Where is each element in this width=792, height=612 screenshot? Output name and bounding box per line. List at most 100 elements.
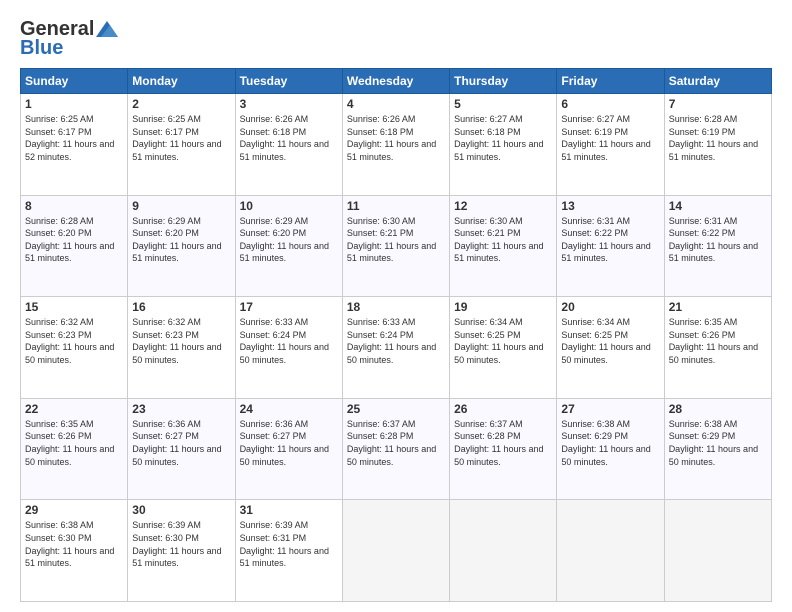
day-number: 30 [132,503,230,517]
calendar-cell [450,500,557,602]
logo-blue: Blue [20,37,63,60]
day-info: Sunrise: 6:28 AMSunset: 6:19 PMDaylight:… [669,113,767,163]
calendar-cell: 8 Sunrise: 6:28 AMSunset: 6:20 PMDaylight… [21,195,128,297]
logo: General Blue [20,18,118,60]
day-info: Sunrise: 6:29 AMSunset: 6:20 PMDaylight:… [132,215,230,265]
calendar-cell: 16Sunrise: 6:32 AMSunset: 6:23 PMDayligh… [128,297,235,399]
calendar-cell [557,500,664,602]
day-info: Sunrise: 6:25 AMSunset: 6:17 PMDaylight:… [132,113,230,163]
calendar-cell: 10 Sunrise: 6:29 AMSunset: 6:20 PMDayligh… [235,195,342,297]
day-number: 23 [132,402,230,416]
day-number: 19 [454,300,552,314]
day-info: Sunrise: 6:33 AMSunset: 6:24 PMDaylight:… [240,316,338,366]
day-number: 8 [25,199,123,213]
day-number: 20 [561,300,659,314]
day-info: Sunrise: 6:36 AMSunset: 6:27 PMDaylight:… [132,418,230,468]
calendar-cell: 20 Sunrise: 6:34 AMSunset: 6:25 PMDayligh… [557,297,664,399]
calendar-cell: 1 Sunrise: 6:25 AMSunset: 6:17 PMDaylight… [21,94,128,196]
day-info: Sunrise: 6:33 AMSunset: 6:24 PMDaylight:… [347,316,445,366]
day-info: Sunrise: 6:35 AMSunset: 6:26 PMDaylight:… [25,418,123,468]
day-of-week-friday: Friday [557,69,664,94]
calendar-cell: 28 Sunrise: 6:38 AMSunset: 6:29 PMDayligh… [664,398,771,500]
day-number: 22 [25,402,123,416]
calendar-cell: 13Sunrise: 6:31 AMSunset: 6:22 PMDayligh… [557,195,664,297]
day-number: 3 [240,97,338,111]
day-number: 27 [561,402,659,416]
day-number: 17 [240,300,338,314]
calendar-cell: 4 Sunrise: 6:26 AMSunset: 6:18 PMDaylight… [342,94,449,196]
calendar-cell: 23 Sunrise: 6:36 AMSunset: 6:27 PMDayligh… [128,398,235,500]
day-number: 9 [132,199,230,213]
calendar-cell: 12Sunrise: 6:30 AMSunset: 6:21 PMDayligh… [450,195,557,297]
day-info: Sunrise: 6:29 AMSunset: 6:20 PMDaylight:… [240,215,338,265]
day-info: Sunrise: 6:39 AMSunset: 6:30 PMDaylight:… [132,519,230,569]
calendar-cell [342,500,449,602]
day-number: 31 [240,503,338,517]
day-info: Sunrise: 6:27 AMSunset: 6:18 PMDaylight:… [454,113,552,163]
day-info: Sunrise: 6:37 AMSunset: 6:28 PMDaylight:… [454,418,552,468]
calendar-cell: 15 Sunrise: 6:32 AMSunset: 6:23 PMDayligh… [21,297,128,399]
header: General Blue [20,18,772,60]
day-of-week-tuesday: Tuesday [235,69,342,94]
day-of-week-monday: Monday [128,69,235,94]
day-number: 6 [561,97,659,111]
day-number: 28 [669,402,767,416]
day-info: Sunrise: 6:34 AMSunset: 6:25 PMDaylight:… [561,316,659,366]
day-info: Sunrise: 6:30 AMSunset: 6:21 PMDaylight:… [347,215,445,265]
day-info: Sunrise: 6:37 AMSunset: 6:28 PMDaylight:… [347,418,445,468]
calendar-cell: 18 Sunrise: 6:33 AMSunset: 6:24 PMDayligh… [342,297,449,399]
day-info: Sunrise: 6:28 AMSunset: 6:20 PMDaylight:… [25,215,123,265]
day-info: Sunrise: 6:30 AMSunset: 6:21 PMDaylight:… [454,215,552,265]
day-number: 26 [454,402,552,416]
calendar-cell: 29 Sunrise: 6:38 AMSunset: 6:30 PMDayligh… [21,500,128,602]
day-info: Sunrise: 6:39 AMSunset: 6:31 PMDaylight:… [240,519,338,569]
day-info: Sunrise: 6:27 AMSunset: 6:19 PMDaylight:… [561,113,659,163]
calendar-cell: 2 Sunrise: 6:25 AMSunset: 6:17 PMDaylight… [128,94,235,196]
day-info: Sunrise: 6:36 AMSunset: 6:27 PMDaylight:… [240,418,338,468]
day-number: 16 [132,300,230,314]
calendar-cell: 19 Sunrise: 6:34 AMSunset: 6:25 PMDayligh… [450,297,557,399]
day-number: 11 [347,199,445,213]
calendar-cell: 14Sunrise: 6:31 AMSunset: 6:22 PMDayligh… [664,195,771,297]
day-number: 14 [669,199,767,213]
day-number: 13 [561,199,659,213]
day-info: Sunrise: 6:25 AMSunset: 6:17 PMDaylight:… [25,113,123,163]
day-number: 5 [454,97,552,111]
day-info: Sunrise: 6:26 AMSunset: 6:18 PMDaylight:… [347,113,445,163]
calendar-cell [664,500,771,602]
day-number: 10 [240,199,338,213]
day-number: 25 [347,402,445,416]
day-number: 15 [25,300,123,314]
day-info: Sunrise: 6:38 AMSunset: 6:29 PMDaylight:… [669,418,767,468]
day-number: 29 [25,503,123,517]
calendar-cell: 5 Sunrise: 6:27 AMSunset: 6:18 PMDaylight… [450,94,557,196]
day-of-week-saturday: Saturday [664,69,771,94]
calendar-cell: 27Sunrise: 6:38 AMSunset: 6:29 PMDayligh… [557,398,664,500]
calendar-cell: 7 Sunrise: 6:28 AMSunset: 6:19 PMDaylight… [664,94,771,196]
day-info: Sunrise: 6:35 AMSunset: 6:26 PMDaylight:… [669,316,767,366]
day-number: 1 [25,97,123,111]
day-of-week-sunday: Sunday [21,69,128,94]
day-number: 21 [669,300,767,314]
calendar-cell: 26 Sunrise: 6:37 AMSunset: 6:28 PMDayligh… [450,398,557,500]
calendar-cell: 11 Sunrise: 6:30 AMSunset: 6:21 PMDayligh… [342,195,449,297]
calendar-cell: 3 Sunrise: 6:26 AMSunset: 6:18 PMDaylight… [235,94,342,196]
day-info: Sunrise: 6:38 AMSunset: 6:30 PMDaylight:… [25,519,123,569]
calendar-cell: 25 Sunrise: 6:37 AMSunset: 6:28 PMDayligh… [342,398,449,500]
day-info: Sunrise: 6:34 AMSunset: 6:25 PMDaylight:… [454,316,552,366]
calendar-table: SundayMondayTuesdayWednesdayThursdayFrid… [20,68,772,602]
calendar-cell: 30 Sunrise: 6:39 AMSunset: 6:30 PMDayligh… [128,500,235,602]
day-of-week-thursday: Thursday [450,69,557,94]
day-info: Sunrise: 6:26 AMSunset: 6:18 PMDaylight:… [240,113,338,163]
day-info: Sunrise: 6:32 AMSunset: 6:23 PMDaylight:… [25,316,123,366]
calendar-cell: 17 Sunrise: 6:33 AMSunset: 6:24 PMDayligh… [235,297,342,399]
day-number: 4 [347,97,445,111]
day-number: 7 [669,97,767,111]
calendar-cell: 9 Sunrise: 6:29 AMSunset: 6:20 PMDaylight… [128,195,235,297]
calendar-cell: 22 Sunrise: 6:35 AMSunset: 6:26 PMDayligh… [21,398,128,500]
day-number: 18 [347,300,445,314]
calendar-cell: 31 Sunrise: 6:39 AMSunset: 6:31 PMDayligh… [235,500,342,602]
day-number: 2 [132,97,230,111]
page: General Blue SundayMondayTuesdayWednesda… [0,0,792,612]
day-of-week-wednesday: Wednesday [342,69,449,94]
